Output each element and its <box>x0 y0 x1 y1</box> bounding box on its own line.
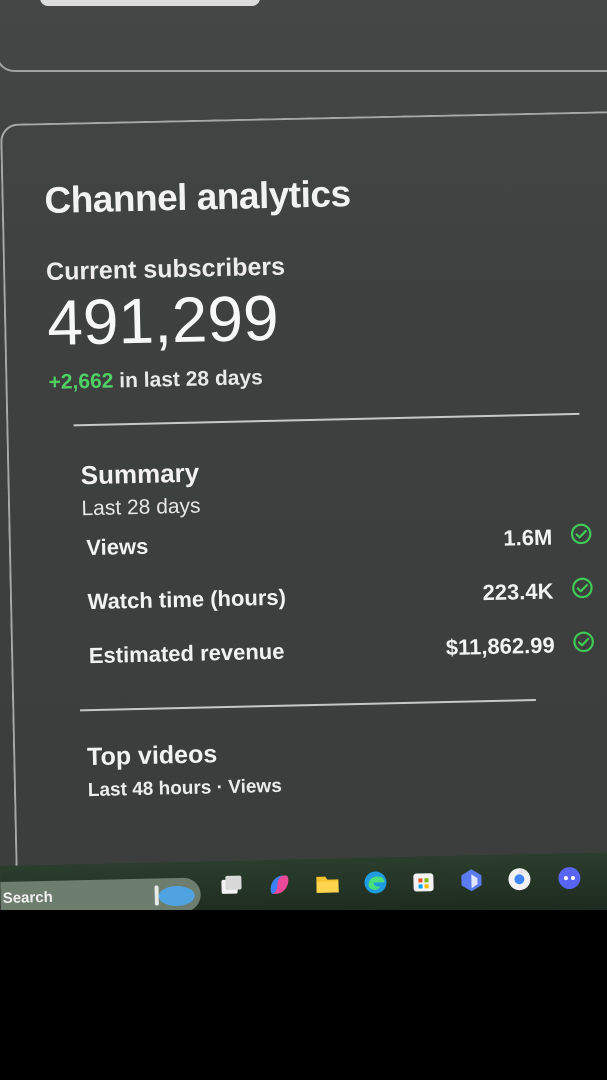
bezel <box>0 910 607 1080</box>
edge-icon[interactable] <box>362 869 389 896</box>
metric-row-revenue[interactable]: Estimated revenue $11,862.99 <box>84 618 595 684</box>
top-videos-title: Top videos <box>86 740 218 772</box>
summary-title: Summary <box>80 457 200 491</box>
task-view-icon[interactable] <box>218 872 245 899</box>
summary-section: Summary Last 28 days Views 1.6M Watch ti… <box>80 449 595 684</box>
discord-icon[interactable] <box>556 865 583 892</box>
metric-value: 223.4K <box>482 578 554 606</box>
monitor-screen: Channel analytics Current subscribers 49… <box>0 0 607 880</box>
analytics-content: Channel analytics Current subscribers 49… <box>44 168 598 803</box>
metric-value: 1.6M <box>503 524 553 551</box>
chrome-icon[interactable] <box>506 866 533 893</box>
previous-card <box>0 0 607 72</box>
subscribers-delta: +2,662 in last 28 days <box>48 359 588 395</box>
check-circle-icon <box>572 577 593 599</box>
delta-suffix: in last 28 days <box>113 366 264 393</box>
check-circle-icon <box>570 523 592 545</box>
subscribers-count: 491,299 <box>46 281 280 359</box>
top-button-partial[interactable] <box>40 0 260 6</box>
file-explorer-icon[interactable] <box>314 870 341 897</box>
metric-label: Watch time (hours) <box>87 584 287 615</box>
metric-value: $11,862.99 <box>445 632 555 661</box>
top-videos-section[interactable]: Top videos Last 48 hours · Views <box>87 732 598 803</box>
divider <box>73 412 580 427</box>
check-circle-icon <box>573 631 594 653</box>
search-highlight-icon <box>154 885 195 907</box>
metric-label: Estimated revenue <box>88 638 285 669</box>
metric-label: Views <box>86 533 149 561</box>
search-label: Search <box>2 888 53 907</box>
delta-value: +2,662 <box>48 369 114 394</box>
copilot-icon[interactable] <box>266 871 293 898</box>
divider <box>80 698 536 712</box>
app-icon[interactable] <box>458 867 485 894</box>
store-icon[interactable] <box>410 868 437 895</box>
